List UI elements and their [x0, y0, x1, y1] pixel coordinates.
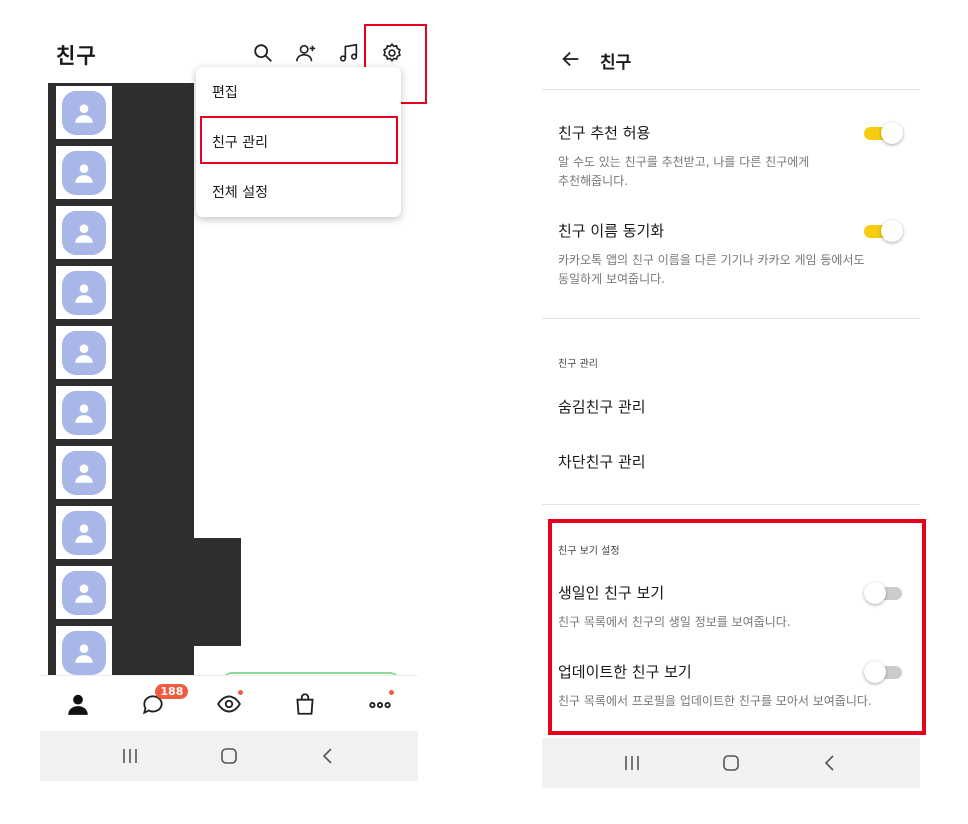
music-icon[interactable] [334, 38, 364, 68]
back-arrow-icon[interactable] [560, 48, 582, 70]
chat-badge: 188 [155, 683, 189, 699]
home-icon[interactable] [214, 741, 244, 771]
avatar[interactable] [56, 146, 112, 199]
setting-description: 카카오톡 앱의 친구 이름을 다른 기기나 카카오 게임 등에서도 동일하게 보… [558, 253, 865, 286]
setting-title: 친구 추천 허용 [558, 124, 651, 142]
divider [542, 318, 920, 319]
header: 친구 [542, 20, 920, 90]
view-settings-highlight-box [548, 519, 926, 735]
add-friend-icon[interactable] [291, 38, 321, 68]
avatar[interactable] [56, 86, 112, 139]
name-sync-toggle[interactable] [864, 220, 904, 242]
avatar[interactable] [56, 386, 112, 439]
new-dot [237, 689, 243, 695]
setting-title: 친구 이름 동기화 [558, 222, 665, 240]
person-icon [68, 694, 88, 715]
new-dot [389, 689, 395, 695]
tab-shopping[interactable] [285, 684, 325, 724]
recents-icon[interactable] [617, 748, 647, 778]
avatar[interactable] [56, 326, 112, 379]
screenshot-composite: 친구 편집 친구 관리 전체 설정 188 친구 친구 추천 허용 알 수도 있… [0, 0, 968, 824]
hidden-friends-item[interactable]: 숨김친구 관리 [558, 396, 646, 417]
tab-more[interactable] [360, 684, 400, 724]
avatar[interactable] [56, 566, 112, 619]
setting-name-sync: 친구 이름 동기화 카카오톡 앱의 친구 이름을 다른 기기나 카카오 게임 등… [558, 220, 904, 289]
blocked-friends-item[interactable]: 차단친구 관리 [558, 451, 646, 472]
bottom-tab-bar: 188 [40, 675, 418, 731]
setting-description: 알 수도 있는 친구를 추천받고, 나를 다른 친구에게 추천해줍니다. [558, 155, 810, 188]
back-nav-icon[interactable] [313, 741, 343, 771]
home-icon[interactable] [716, 748, 746, 778]
avatar[interactable] [56, 446, 112, 499]
system-nav-bar [40, 731, 418, 781]
divider [542, 504, 920, 505]
menu-highlight-box [200, 116, 398, 164]
back-nav-icon[interactable] [815, 748, 845, 778]
search-icon[interactable] [248, 38, 278, 68]
recents-icon[interactable] [115, 741, 145, 771]
avatar[interactable] [56, 506, 112, 559]
avatar[interactable] [56, 206, 112, 259]
tab-view[interactable] [209, 684, 249, 724]
system-nav-bar [542, 738, 920, 788]
menu-item-edit[interactable]: 편집 [196, 67, 401, 117]
avatar[interactable] [56, 266, 112, 319]
friends-screen: 친구 편집 친구 관리 전체 설정 188 [40, 20, 427, 781]
friend-recommend-toggle[interactable] [864, 122, 904, 144]
tab-friends[interactable] [58, 684, 98, 724]
menu-item-all-settings[interactable]: 전체 설정 [196, 167, 401, 217]
redaction-mask [190, 538, 241, 646]
tab-chats[interactable]: 188 [133, 683, 189, 724]
setting-friend-recommend: 친구 추천 허용 알 수도 있는 친구를 추천받고, 나를 다른 친구에게 추천… [558, 122, 904, 191]
avatar[interactable] [56, 626, 112, 679]
section-label: 친구 관리 [558, 359, 598, 370]
friend-list [56, 86, 112, 686]
page-title: 친구 [56, 44, 97, 68]
shopping-bag-icon [296, 692, 314, 715]
page-title: 친구 [600, 53, 632, 73]
